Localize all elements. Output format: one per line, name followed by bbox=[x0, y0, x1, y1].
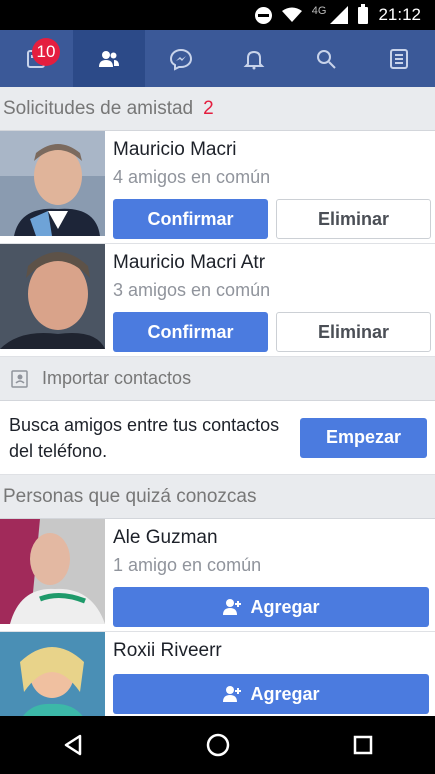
import-contacts-text: Busca amigos entre tus contactos del tel… bbox=[9, 414, 280, 461]
friends-icon bbox=[98, 50, 119, 67]
suggestion-card: Roxii Riveerr Agregar bbox=[0, 632, 435, 716]
top-nav-bar: 10 bbox=[0, 30, 435, 87]
tab-news-feed[interactable]: 10 bbox=[0, 30, 73, 87]
battery-icon bbox=[358, 3, 369, 24]
confirm-button[interactable]: Confirmar bbox=[113, 312, 268, 352]
friend-request-card: Mauricio Macri Atr 3 amigos en común Con… bbox=[0, 244, 435, 357]
friend-requests-header: Solicitudes de amistad 2 bbox=[0, 87, 435, 131]
android-nav-bar bbox=[0, 716, 435, 774]
import-contacts-title: Importar contactos bbox=[42, 368, 192, 388]
friend-requests-count: 2 bbox=[203, 97, 214, 119]
import-contacts-header: Importar contactos bbox=[0, 357, 435, 401]
mutual-friends[interactable]: 1 amigo en común bbox=[113, 552, 429, 578]
search-icon bbox=[317, 49, 336, 69]
mutual-friends[interactable]: 3 amigos en común bbox=[113, 277, 435, 303]
recents-icon bbox=[353, 735, 372, 755]
profile-photo[interactable] bbox=[0, 244, 105, 349]
add-friend-label: Agregar bbox=[250, 683, 320, 704]
start-button[interactable]: Empezar bbox=[300, 417, 427, 458]
menu-icon bbox=[389, 48, 408, 69]
add-friend-label: Agregar bbox=[250, 596, 320, 617]
add-friend-button[interactable]: Agregar bbox=[113, 587, 429, 627]
tab-menu[interactable] bbox=[363, 30, 435, 87]
recents-button[interactable] bbox=[333, 716, 393, 774]
delete-button[interactable]: Eliminar bbox=[276, 199, 431, 239]
friend-request-name[interactable]: Mauricio Macri bbox=[113, 136, 435, 164]
tab-friends[interactable] bbox=[72, 30, 145, 87]
back-icon bbox=[64, 734, 81, 756]
suggestions-header: Personas que quizá conozcas bbox=[0, 475, 435, 519]
home-button[interactable] bbox=[188, 716, 248, 774]
friend-request-card: Mauricio Macri 4 amigos en común Confirm… bbox=[0, 131, 435, 244]
signal-icon bbox=[330, 6, 349, 24]
profile-photo[interactable] bbox=[0, 519, 105, 624]
delete-button[interactable]: Eliminar bbox=[276, 312, 431, 352]
add-friend-button[interactable]: Agregar bbox=[113, 674, 429, 714]
add-friend-icon bbox=[223, 599, 242, 615]
clock: 21:12 bbox=[378, 5, 421, 24]
tab-messenger[interactable] bbox=[145, 30, 218, 87]
do-not-disturb-icon bbox=[254, 6, 272, 24]
home-icon bbox=[206, 733, 229, 757]
mutual-friends[interactable]: 4 amigos en común bbox=[113, 164, 435, 190]
tab-search[interactable] bbox=[290, 30, 363, 87]
contacts-book-icon bbox=[11, 369, 28, 388]
confirm-button[interactable]: Confirmar bbox=[113, 199, 268, 239]
tab-notifications[interactable] bbox=[218, 30, 291, 87]
notification-badge: 10 bbox=[32, 38, 60, 66]
profile-photo[interactable] bbox=[0, 632, 105, 716]
wifi-icon bbox=[281, 7, 302, 23]
profile-photo[interactable] bbox=[0, 131, 105, 236]
friend-requests-title: Solicitudes de amistad bbox=[3, 97, 194, 119]
friend-request-name[interactable]: Mauricio Macri Atr bbox=[113, 249, 435, 277]
bell-icon bbox=[243, 50, 265, 69]
suggestion-name[interactable]: Roxii Riveerr bbox=[113, 637, 429, 665]
messenger-icon bbox=[170, 48, 193, 71]
suggestion-card: Ale Guzman 1 amigo en común Agregar bbox=[0, 519, 435, 632]
main-content: Solicitudes de amistad 2 Mauricio Macri … bbox=[0, 87, 435, 716]
network-type: 4G bbox=[311, 5, 327, 17]
import-contacts-box: Busca amigos entre tus contactos del tel… bbox=[0, 401, 435, 475]
back-button[interactable] bbox=[43, 716, 103, 774]
add-friend-icon bbox=[223, 686, 242, 702]
status-bar: 4G 21:12 bbox=[0, 0, 435, 30]
suggestions-title: Personas que quizá conozcas bbox=[3, 485, 257, 507]
suggestion-name[interactable]: Ale Guzman bbox=[113, 524, 429, 552]
